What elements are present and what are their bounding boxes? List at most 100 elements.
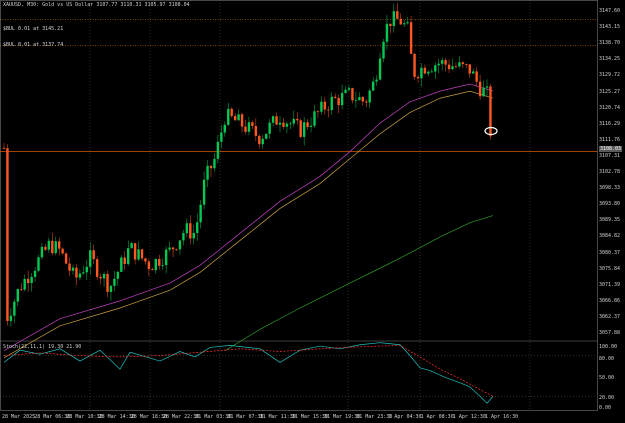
candle-body (147, 261, 151, 270)
candle-body (427, 71, 430, 74)
candle-body (437, 63, 440, 66)
candle-body (47, 240, 51, 250)
price-tick-label: 3107.31 (599, 152, 621, 159)
time-tick-label: 28 Mar 2025 (2, 414, 36, 420)
candle-body (278, 122, 282, 125)
candle-body (282, 122, 285, 127)
candle-body (375, 79, 378, 82)
time-tick-label: 31 Mar 19:30 (324, 414, 361, 420)
candle-body (461, 62, 465, 65)
price-tick-label: 3093.80 (599, 201, 621, 208)
price-tick-label: 3066.86 (599, 297, 621, 304)
candle-body (368, 90, 371, 103)
candle-body (296, 118, 299, 121)
candle-body (330, 96, 333, 111)
candle-body (413, 53, 416, 77)
candle-body (423, 67, 427, 74)
candle-body (75, 267, 78, 278)
candle-body (175, 249, 178, 251)
candle-body (268, 122, 271, 134)
candle-body (233, 116, 237, 121)
price-tick-label: 3098.33 (599, 185, 621, 192)
candle-body (20, 289, 23, 290)
candle-body (137, 249, 140, 260)
candle-body (361, 97, 364, 102)
order-level-label-1[interactable]: $BUL 0.01 at 3145.21 (3, 26, 63, 32)
candle-body (285, 123, 289, 127)
candle-body (416, 76, 420, 79)
candle-body (199, 204, 202, 223)
candle-body (458, 62, 461, 67)
candle-body (230, 108, 233, 117)
price-tick-label: 3134.25 (599, 56, 621, 63)
stoch-signal-line (3, 345, 494, 397)
candle-body (202, 179, 206, 205)
time-tick-label: 28 Mar 14:30 (98, 414, 135, 420)
candle-body (403, 23, 406, 25)
candle-body (392, 11, 396, 26)
candle-body (482, 87, 485, 97)
time-tick-label: 28 Mar 22:30 (163, 414, 200, 420)
price-tick-label: 3120.74 (599, 104, 621, 111)
candle-body (489, 86, 492, 137)
time-tick-label: 28 Mar 06:30 (34, 414, 71, 420)
candle-body (430, 71, 433, 73)
candle-body (389, 23, 392, 26)
candle-body (220, 132, 223, 142)
candle-body (99, 276, 102, 279)
price-tick-label: 3102.78 (599, 169, 621, 175)
candle-body (240, 114, 244, 127)
candle-body (485, 86, 489, 88)
candle-body (365, 101, 368, 103)
candle-body (37, 257, 40, 271)
candle-body (351, 88, 354, 101)
candle-body (206, 165, 209, 180)
time-tick-label: 1 Apr 08:30 (420, 414, 454, 420)
candle-body (51, 240, 54, 254)
candle-body (302, 122, 306, 137)
candle-body (106, 273, 109, 292)
candle-body (61, 248, 64, 254)
order-level-label-2[interactable]: $BUL 0.01 at 3137.74 (3, 42, 63, 48)
candle-body (475, 71, 478, 82)
candle-body (16, 289, 19, 302)
candle-body (113, 278, 116, 286)
candle-body (254, 126, 258, 136)
candle-body (54, 241, 57, 254)
candle-body (323, 101, 327, 110)
candle-body (154, 259, 157, 271)
candle-body (334, 96, 337, 98)
price-tick-label: 3129.72 (599, 72, 621, 79)
candle-body (385, 23, 389, 42)
candle-body (468, 64, 471, 74)
candle-body (237, 114, 240, 121)
candle-body (30, 276, 33, 284)
time-tick-label: 31 Mar 11:30 (259, 414, 296, 420)
stoch-tick-label: 20.00 (599, 395, 615, 401)
candle-body (82, 272, 85, 274)
candle-body (244, 126, 247, 132)
candle-body (109, 285, 113, 292)
candle-body (78, 273, 82, 278)
candle-body (251, 122, 254, 127)
candle-body (396, 11, 399, 19)
candle-body (102, 273, 106, 279)
candle-body (161, 265, 164, 266)
candle-body (454, 66, 458, 68)
price-chart[interactable] (0, 0, 625, 423)
price-tick-label: 3111.76 (599, 136, 621, 143)
candle-body (299, 120, 302, 137)
stochastic-indicator (3, 342, 494, 404)
candle-body (320, 101, 323, 112)
price-tick-label: 3116.29 (599, 120, 621, 127)
candle-body (85, 266, 88, 273)
candle-body (354, 100, 358, 101)
price-tick-label: 3125.27 (599, 88, 621, 95)
candle-body (289, 123, 292, 125)
stoch-label: Stoch(22,11,1) 19.30 21.90 (3, 344, 82, 350)
candlesticks (2, 3, 498, 327)
time-tick-label: 1 Apr 04:30 (388, 414, 422, 420)
time-tick-label: 31 Mar 07:30 (227, 414, 264, 420)
candle-body (478, 81, 482, 97)
time-tick-label: 28 Mar 18:30 (130, 414, 167, 420)
